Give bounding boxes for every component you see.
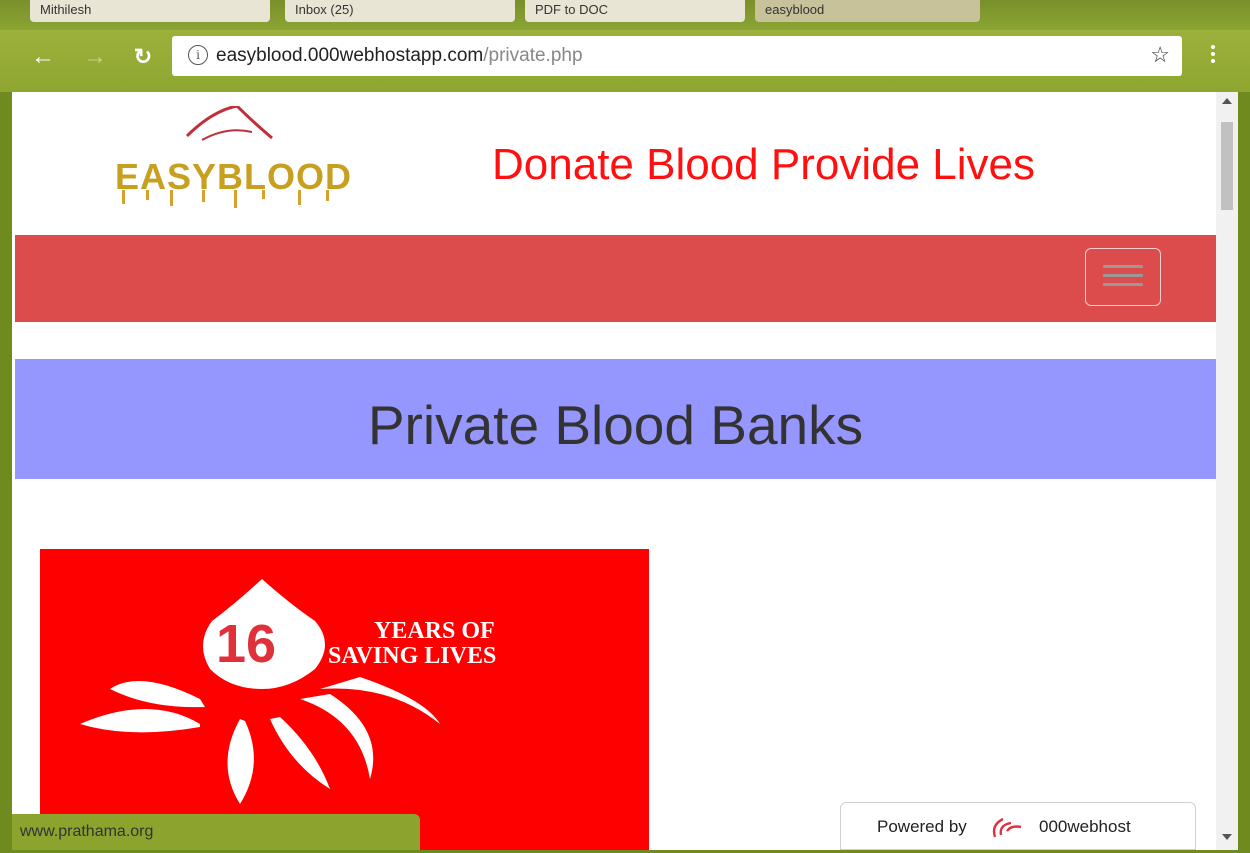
- scroll-up-arrow-icon[interactable]: [1222, 98, 1232, 104]
- logo-text: EASYBLOOD: [115, 156, 352, 197]
- browser-tab[interactable]: Inbox (25): [285, 0, 515, 22]
- page-viewport: EASYBLOOD Donate Blood Provide Lives Pri…: [12, 92, 1238, 850]
- vertical-scrollbar[interactable]: [1216, 92, 1238, 850]
- site-navbar: [15, 235, 1216, 322]
- webhost-logo-icon: [992, 817, 1022, 838]
- browser-toolbar: ← → ↻ i easyblood.000webhostapp.com/priv…: [0, 30, 1250, 92]
- browser-tab-active[interactable]: easyblood: [755, 0, 980, 22]
- page-title: Private Blood Banks: [367, 394, 864, 456]
- url-path: /private.php: [483, 45, 583, 66]
- reload-icon[interactable]: ↻: [128, 42, 158, 72]
- promo-graphic: 16 YEARS OF SAVING LIVES: [80, 579, 496, 804]
- address-bar[interactable]: i easyblood.000webhostapp.com/private.ph…: [172, 36, 1182, 76]
- tab-strip: Mithilesh Inbox (25) PDF to DOC easybloo…: [0, 0, 1250, 30]
- promo-number: 16: [216, 614, 276, 674]
- promo-line2: SAVING LIVES: [328, 643, 496, 669]
- browser-tab[interactable]: PDF to DOC: [525, 0, 745, 22]
- powered-by-label: Powered by: [877, 817, 967, 836]
- status-bar-link-preview: www.prathama.org: [12, 814, 420, 850]
- site-header: EASYBLOOD Donate Blood Provide Lives: [12, 92, 1216, 235]
- back-arrow-icon[interactable]: ←: [28, 42, 58, 72]
- kebab-menu-icon[interactable]: [1208, 42, 1218, 72]
- url-host: easyblood.000webhostapp.com: [216, 45, 484, 66]
- browser-tab[interactable]: Mithilesh: [30, 0, 270, 22]
- page-title-banner: Private Blood Banks: [15, 359, 1216, 479]
- star-icon[interactable]: ☆: [1150, 42, 1170, 68]
- hamburger-menu-icon[interactable]: [1085, 248, 1161, 306]
- promo-image[interactable]: 16 YEARS OF SAVING LIVES: [40, 549, 649, 850]
- site-tagline: Donate Blood Provide Lives: [492, 140, 1035, 189]
- powered-by-badge[interactable]: Powered by 000webhost: [840, 802, 1196, 850]
- scroll-down-arrow-icon[interactable]: [1222, 834, 1232, 840]
- forward-arrow-icon[interactable]: →: [80, 42, 110, 72]
- site-logo[interactable]: EASYBLOOD: [112, 106, 362, 216]
- info-icon[interactable]: i: [188, 45, 208, 65]
- scroll-thumb[interactable]: [1221, 122, 1233, 210]
- url-text[interactable]: easyblood.000webhostapp.com/private.php: [216, 45, 583, 67]
- powered-by-brand: 000webhost: [1039, 817, 1131, 836]
- promo-line1: YEARS OF: [374, 618, 495, 644]
